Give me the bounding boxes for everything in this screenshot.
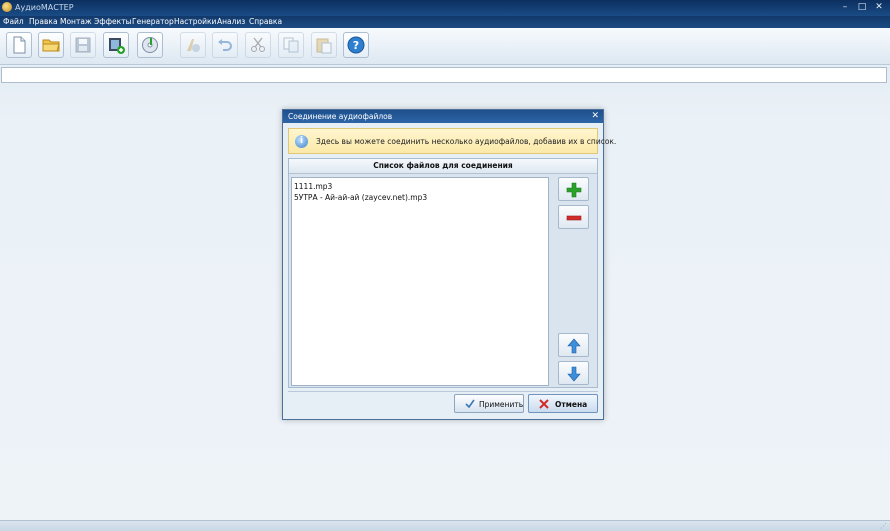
cancel-label: Отмена	[555, 400, 588, 409]
maximize-button[interactable]: □	[855, 2, 869, 13]
help-button[interactable]: ?	[343, 32, 369, 58]
undo-icon	[218, 39, 232, 51]
main-toolbar: ?	[0, 28, 890, 65]
move-down-button[interactable]	[558, 361, 589, 385]
list-item[interactable]: 5УТРА - Ай-ай-ай (zaycev.net).mp3	[294, 193, 427, 202]
add-video-button[interactable]	[103, 32, 129, 58]
menu-edit[interactable]: Правка	[29, 17, 58, 26]
file-list-panel: Список файлов для соединения 1111.mp3 5У…	[288, 158, 598, 388]
add-file-button[interactable]	[558, 177, 589, 201]
minimize-button[interactable]: –	[838, 2, 852, 13]
dialog-footer-divider	[288, 391, 598, 392]
dialog-close-button[interactable]: ✕	[591, 111, 599, 121]
app-logo-icon	[2, 2, 12, 12]
add-video-icon	[109, 38, 125, 54]
open-file-button[interactable]	[38, 32, 64, 58]
menu-analysis[interactable]: Анализ	[217, 17, 245, 26]
app-titlebar: АудиоМАСТЕР – □ ✕	[0, 0, 890, 16]
menu-montage[interactable]: Монтаж	[60, 17, 92, 26]
menu-effects[interactable]: Эффекты	[94, 17, 132, 26]
save-button[interactable]	[70, 32, 96, 58]
copy-button[interactable]	[278, 32, 304, 58]
minus-icon	[566, 215, 582, 221]
resize-grip-icon[interactable]: ⋰	[880, 522, 888, 530]
list-item[interactable]: 1111.mp3	[294, 182, 332, 191]
close-window-button[interactable]: ✕	[872, 2, 886, 13]
move-up-button[interactable]	[558, 333, 589, 357]
save-icon	[75, 37, 91, 53]
help-icon: ?	[347, 36, 365, 54]
menu-generator[interactable]: Генератор	[132, 17, 174, 26]
audio-edit-icon	[187, 39, 200, 52]
new-file-icon	[13, 36, 26, 54]
new-file-button[interactable]	[6, 32, 32, 58]
cross-icon	[539, 399, 549, 409]
cut-icon	[251, 37, 265, 52]
file-list[interactable]: 1111.mp3 5УТРА - Ай-ай-ай (zaycev.net).m…	[291, 177, 549, 386]
cd-burn-button[interactable]	[137, 32, 163, 58]
cut-button[interactable]	[245, 32, 271, 58]
menu-file[interactable]: Файл	[3, 17, 24, 26]
plus-icon	[566, 182, 582, 198]
apply-label: Применить	[479, 400, 524, 409]
menubar: Файл Правка Монтаж Эффекты Генератор Нас…	[0, 16, 890, 28]
paste-icon	[316, 38, 332, 54]
apply-button[interactable]: Применить	[454, 394, 524, 413]
copy-icon	[283, 37, 299, 53]
join-audio-dialog: Соединение аудиофайлов ✕ i Здесь вы може…	[282, 109, 616, 420]
cd-burn-icon	[142, 37, 158, 53]
file-list-header: Список файлов для соединения	[289, 159, 597, 174]
menu-settings[interactable]: Настройки	[174, 17, 216, 26]
cancel-button[interactable]: Отмена	[528, 394, 598, 413]
arrow-down-icon	[567, 366, 581, 382]
dialog-titlebar: Соединение аудиофайлов ✕	[283, 110, 603, 123]
dialog-title: Соединение аудиофайлов	[288, 112, 393, 121]
remove-file-button[interactable]	[558, 205, 589, 229]
info-icon: i	[295, 135, 308, 148]
svg-text:?: ?	[353, 39, 359, 52]
status-bar: ⋰	[0, 520, 890, 531]
arrow-up-icon	[567, 338, 581, 354]
info-banner: i Здесь вы можете соединить несколько ау…	[288, 128, 616, 154]
timeline-bar[interactable]	[1, 67, 887, 83]
info-text: Здесь вы можете соединить несколько ауди…	[316, 137, 617, 146]
undo-button[interactable]	[212, 32, 238, 58]
audio-edit-button[interactable]	[180, 32, 206, 58]
window-title: АудиоМАСТЕР	[15, 3, 74, 12]
open-folder-icon	[42, 39, 60, 52]
paste-button[interactable]	[311, 32, 337, 58]
menu-help[interactable]: Справка	[249, 17, 282, 26]
check-icon	[465, 399, 475, 409]
